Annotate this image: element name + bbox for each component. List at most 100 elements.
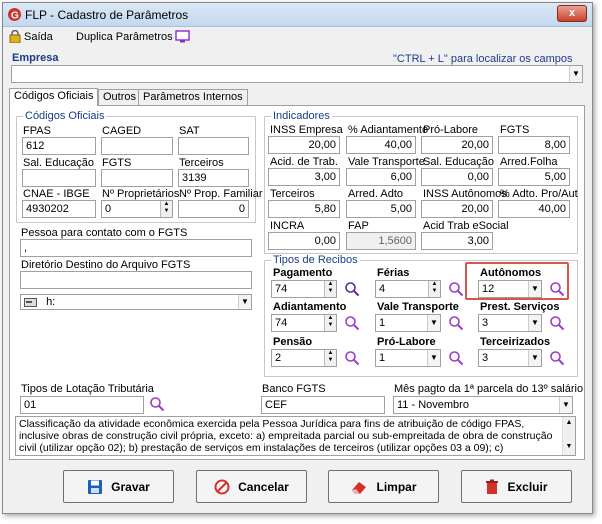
indicador-label: Arred. Adto <box>348 188 404 200</box>
indicador-field[interactable]: 1,5600 <box>346 232 416 250</box>
limpar-button[interactable]: Limpar <box>328 470 439 503</box>
lock-icon[interactable] <box>9 30 21 43</box>
tab-codigos-oficiais[interactable]: Códigos Oficiais <box>9 88 99 106</box>
lotacao-field[interactable]: 01 <box>20 396 144 414</box>
monitor-icon[interactable] <box>175 30 190 43</box>
recibo-adiantamento-field[interactable]: 74 ▲ ▼ <box>271 314 337 332</box>
floppy-disk-icon <box>88 479 103 494</box>
sal-educacao-field[interactable] <box>22 169 96 187</box>
caged-field[interactable] <box>101 137 173 155</box>
tab-parametros-internos[interactable]: Parâmetros Internos <box>138 89 248 106</box>
exit-menu[interactable]: Saída <box>24 31 53 43</box>
recibo-prest-servicos-label: Prest. Serviços <box>480 301 560 313</box>
terceiros-code-field[interactable]: 3139 <box>178 169 249 187</box>
chevron-down-icon[interactable]: ▼ <box>427 350 440 366</box>
chevron-down-icon[interactable]: ▼ <box>528 281 541 297</box>
magnifier-icon[interactable] <box>448 350 464 366</box>
cancel-icon <box>214 479 230 494</box>
indicador-field[interactable]: 40,00 <box>346 136 416 154</box>
pessoa-contato-label: Pessoa para contato com o FGTS <box>21 227 188 239</box>
empresa-select[interactable]: ▼ <box>11 65 583 83</box>
mes13-label: Mês pagto da 1ª parcela do 13º salário <box>394 383 584 395</box>
indicador-label: Sal. Educação <box>423 156 494 168</box>
close-button[interactable]: x <box>557 5 587 22</box>
tab-outros[interactable]: Outros <box>98 89 142 106</box>
diretorio-field[interactable] <box>20 271 252 289</box>
lotacao-label: Tipos de Lotação Tributária <box>21 383 154 395</box>
recibo-pro-labore-label: Pró-Labore <box>377 336 436 348</box>
magnifier-icon[interactable] <box>149 396 165 412</box>
indicador-field[interactable]: 3,00 <box>421 232 493 250</box>
cnae-label: CNAE - IBGE <box>23 188 90 200</box>
indicador-label: FAP <box>348 220 369 232</box>
recibo-autonomos-field[interactable]: 12 ▼ <box>478 280 542 298</box>
indicador-label: INCRA <box>270 220 305 232</box>
chevron-down-icon[interactable]: ▼ <box>238 295 251 309</box>
indicador-label: Acid Trab eSocial <box>423 220 509 232</box>
fgts-code-field[interactable] <box>101 169 173 187</box>
magnifier-icon[interactable] <box>344 281 360 297</box>
indicador-field[interactable]: 5,00 <box>498 168 570 186</box>
recibo-pro-labore-field[interactable]: 1 ▼ <box>375 349 441 367</box>
fpas-description: Classificação da atividade econômica exe… <box>15 416 576 456</box>
indicador-label: % Adiantamento <box>348 124 429 136</box>
indicador-field[interactable]: 0,00 <box>268 232 340 250</box>
title-bar: G FLP - Cadastro de Parâmetros x <box>3 3 592 27</box>
indicador-label: FGTS <box>500 124 530 136</box>
cnae-field[interactable]: 4930202 <box>22 200 96 218</box>
indicador-field[interactable]: 20,00 <box>421 200 493 218</box>
window-title: FLP - Cadastro de Parâmetros <box>25 8 189 22</box>
indicador-field[interactable]: 3,00 <box>268 168 340 186</box>
fpas-field[interactable]: 612 <box>22 137 96 155</box>
indicador-field[interactable]: 20,00 <box>421 136 493 154</box>
indicador-field[interactable]: 40,00 <box>498 200 570 218</box>
sat-field[interactable] <box>178 137 249 155</box>
magnifier-icon[interactable] <box>344 315 360 331</box>
caged-label: CAGED <box>102 125 142 137</box>
chevron-down-icon[interactable]: ▼ <box>559 397 572 413</box>
spin-arrows-icon[interactable]: ▲ ▼ <box>324 350 336 366</box>
indicador-field[interactable]: 5,80 <box>268 200 340 218</box>
indicador-field[interactable]: 0,00 <box>421 168 493 186</box>
spin-arrows-icon[interactable]: ▲ ▼ <box>160 201 172 217</box>
n-proprietarios-stepper[interactable]: 0 ▲ ▼ <box>101 200 173 218</box>
mes13-select[interactable]: 11 - Novembro ▼ <box>393 396 573 414</box>
magnifier-icon[interactable] <box>344 350 360 366</box>
recibo-vale-transporte-field[interactable]: 1 ▼ <box>375 314 441 332</box>
spin-arrows-icon[interactable]: ▲ ▼ <box>428 281 440 297</box>
excluir-button[interactable]: Excluir <box>461 470 572 503</box>
diretorio-label: Diretório Destino do Arquivo FGTS <box>21 259 191 271</box>
recibo-terceirizados-label: Terceirizados <box>480 336 551 348</box>
cancelar-button[interactable]: Cancelar <box>196 470 307 503</box>
magnifier-icon[interactable] <box>448 281 464 297</box>
recibo-terceirizados-field[interactable]: 3 ▼ <box>478 349 542 367</box>
recibo-ferias-field[interactable]: 4 ▲ ▼ <box>375 280 441 298</box>
drive-select[interactable]: h: ▼ <box>20 294 252 310</box>
gravar-button[interactable]: Gravar <box>63 470 174 503</box>
indicador-field[interactable]: 8,00 <box>498 136 570 154</box>
pessoa-contato-field[interactable]: , <box>20 239 252 257</box>
magnifier-icon[interactable] <box>549 281 565 297</box>
magnifier-icon[interactable] <box>549 315 565 331</box>
duplicate-menu[interactable]: Duplica Parâmetros <box>76 31 173 43</box>
spin-arrows-icon[interactable]: ▲ ▼ <box>324 281 336 297</box>
indicador-label: Pró-Labore <box>423 124 479 136</box>
chevron-down-icon[interactable]: ▼ <box>528 315 541 331</box>
n-prop-familiar-field[interactable]: 0 <box>178 200 249 218</box>
chevron-down-icon[interactable]: ▼ <box>569 66 582 82</box>
magnifier-icon[interactable] <box>549 350 565 366</box>
indicador-field[interactable]: 5,00 <box>346 200 416 218</box>
magnifier-icon[interactable] <box>448 315 464 331</box>
chevron-down-icon[interactable]: ▼ <box>528 350 541 366</box>
terceiros-code-label: Terceiros <box>179 157 224 169</box>
banco-fgts-field[interactable]: CEF <box>261 396 385 414</box>
indicador-field[interactable]: 6,00 <box>346 168 416 186</box>
indicador-field[interactable]: 20,00 <box>268 136 340 154</box>
sat-label: SAT <box>179 125 200 137</box>
chevron-down-icon[interactable]: ▼ <box>427 315 440 331</box>
scrollbar[interactable]: ▲ ▼ <box>562 417 575 455</box>
recibo-prest-servicos-field[interactable]: 3 ▼ <box>478 314 542 332</box>
recibo-pagamento-field[interactable]: 74 ▲ ▼ <box>271 280 337 298</box>
spin-arrows-icon[interactable]: ▲ ▼ <box>324 315 336 331</box>
recibo-pensao-field[interactable]: 2 ▲ ▼ <box>271 349 337 367</box>
